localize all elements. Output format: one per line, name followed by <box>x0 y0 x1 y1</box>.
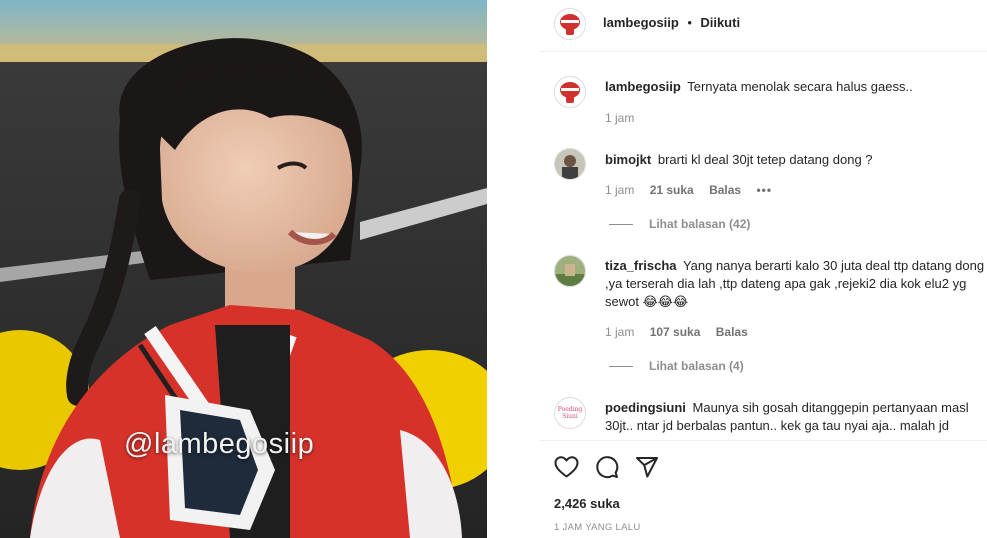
comment-username[interactable]: tiza_frischa <box>605 258 677 273</box>
avatar-logo-text: Poeding Siuni <box>557 406 583 420</box>
post-actions: 2,426 suka 1 JAM YANG LALU <box>540 440 987 538</box>
view-replies-label: Lihat balasan (42) <box>649 217 751 231</box>
replies-divider <box>609 224 633 226</box>
comment-avatar[interactable]: Poeding Siuni <box>554 397 586 429</box>
post-timestamp[interactable]: 1 JAM YANG LALU <box>554 522 641 533</box>
user-photo-icon <box>555 256 585 286</box>
replies-divider <box>609 366 633 368</box>
caption-text-block: lambegosiip Ternyata menolak secara halu… <box>605 78 985 96</box>
comment-username[interactable]: poedingsiuni <box>605 400 686 415</box>
media-watermark: @lambegosiip <box>124 428 315 460</box>
comment-avatar[interactable] <box>554 255 586 287</box>
more-options-icon[interactable]: ••• <box>756 183 772 197</box>
comment-item: Poeding Siuni poedingsiuni Maunya sih go… <box>554 397 984 439</box>
reply-button[interactable]: Balas <box>709 183 741 197</box>
comment-item: tiza_frischa Yang nanya berarti kalo 30 … <box>554 255 984 375</box>
view-replies-label: Lihat balasan (4) <box>649 359 744 373</box>
caption-username[interactable]: lambegosiip <box>605 79 681 94</box>
comment-text-block: tiza_frischa Yang nanya berarti kalo 30 … <box>605 257 985 311</box>
header-meta: lambegosiip • Diikuti <box>603 14 740 32</box>
reply-button[interactable]: Balas <box>716 325 748 339</box>
comment-item: bimojkt brarti kl deal 30jt tetep datang… <box>554 148 984 238</box>
comment-time[interactable]: 1 jam <box>605 183 634 197</box>
following-button[interactable]: Diikuti <box>700 15 740 30</box>
heart-icon[interactable] <box>554 455 579 484</box>
comment-bubble-icon[interactable] <box>595 455 619 484</box>
view-replies-button[interactable]: Lihat balasan (42) <box>609 217 750 231</box>
caption-text: Ternyata menolak secara halus gaess.. <box>687 79 913 94</box>
likes-count[interactable]: 2,426 suka <box>554 496 620 511</box>
lambegosiip-logo-icon <box>555 77 585 107</box>
comment-likes[interactable]: 21 suka <box>650 183 694 197</box>
caption-time[interactable]: 1 jam <box>605 111 634 125</box>
comment-text: brarti kl deal 30jt tetep datang dong ? <box>657 152 873 167</box>
comment-likes[interactable]: 107 suka <box>650 325 701 339</box>
header-username[interactable]: lambegosiip <box>603 15 679 30</box>
paper-plane-icon[interactable] <box>635 455 659 484</box>
comment-text-block: bimojkt brarti kl deal 30jt tetep datang… <box>605 151 985 169</box>
comment-text-block: poedingsiuni Maunya sih gosah ditanggepi… <box>605 399 984 435</box>
comment-meta: 1 jam 107 suka Balas <box>605 325 760 339</box>
post-header: lambegosiip • Diikuti <box>540 0 987 52</box>
comment-username[interactable]: bimojkt <box>605 152 651 167</box>
post-media[interactable]: @lambegosiip <box>0 0 487 538</box>
comment-avatar[interactable] <box>554 148 586 180</box>
comment-time[interactable]: 1 jam <box>605 325 634 339</box>
caption-avatar[interactable] <box>554 76 586 108</box>
comment-meta: 1 jam 21 suka Balas ••• <box>605 183 784 197</box>
caption-meta: 1 jam <box>605 111 646 125</box>
view-replies-button[interactable]: Lihat balasan (4) <box>609 359 744 373</box>
user-photo-icon <box>555 149 585 179</box>
post-details-panel: lambegosiip • Diikuti lambegosiip Ternya… <box>540 0 987 538</box>
post-caption: lambegosiip Ternyata menolak secara halu… <box>554 76 984 136</box>
lambegosiip-logo-icon <box>555 9 585 39</box>
header-avatar[interactable] <box>554 8 586 40</box>
header-separator: • <box>687 15 692 30</box>
